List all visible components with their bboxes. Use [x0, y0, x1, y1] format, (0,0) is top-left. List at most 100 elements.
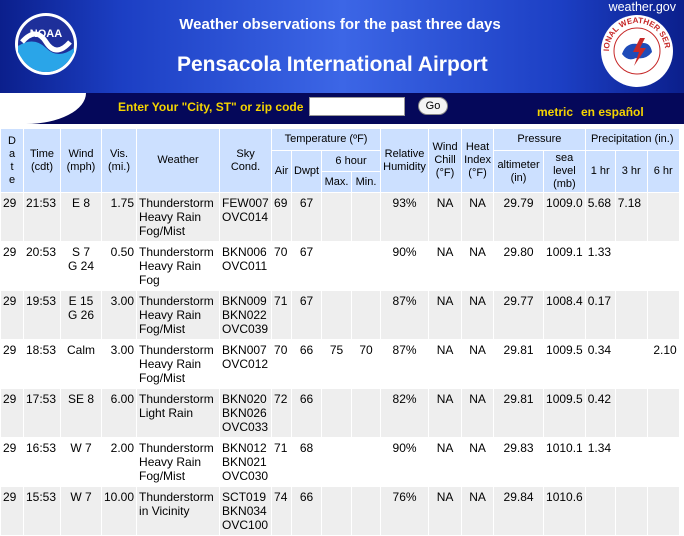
cell-sky-conditions-line: BKN034: [222, 504, 267, 518]
espanol-link[interactable]: en español: [581, 105, 644, 119]
cell-weather-line: Heavy Rain: [139, 259, 202, 273]
cell-visibility: 0.50: [100, 241, 138, 291]
col-header-temperature: Temperature (ºF): [271, 128, 382, 151]
page-header: NOAA Weather observations for the past t…: [0, 0, 684, 93]
cell-altimeter: 29.81: [493, 388, 545, 438]
cell-precip-3hr: 7.18: [614, 192, 648, 242]
cell-date: 29: [0, 339, 24, 389]
cell-precip-1hr: 5.68: [584, 192, 616, 242]
cell-time: 15:53: [23, 486, 61, 536]
cell-air-temp: 69: [271, 192, 293, 242]
cell-dewpoint: 67: [291, 290, 323, 340]
cell-weather-line: Heavy Rain: [139, 455, 202, 469]
cell-sky-conditions-line: FEW007: [222, 196, 269, 210]
cell-weather-line: Fog/Mist: [139, 469, 186, 483]
cell-weather-line: Fog/Mist: [139, 224, 186, 238]
table-row: 29 17:53 SE 8 6.00 Thunderstorm Light Rain BKN…: [0, 388, 680, 438]
page-subtitle: Weather observations for the past three …: [179, 16, 501, 33]
cell-sky-conditions-line: OVC014: [222, 210, 269, 224]
cell-sky-conditions: BKN007 OVC012: [219, 339, 273, 389]
table-row: 29 20:53 S 7G 24 0.50 Thunderstorm Heavy Rain…: [0, 241, 680, 291]
weather-gov-link[interactable]: weather.gov: [609, 0, 676, 14]
cell-wind: Calm: [60, 339, 102, 389]
col-header-weather: Weather: [136, 128, 221, 193]
col-header-visibility: Vis. (mi.): [100, 128, 138, 193]
cell-precip-3hr: [614, 241, 648, 291]
cell-weather: Thunderstorm Heavy Rain Fog/Mist: [136, 290, 221, 340]
cell-sky-conditions-line: SCT019: [222, 490, 267, 504]
observations-table: Date Time (cdt) Wind (mph) Vis. (mi.) Weath…: [0, 128, 680, 536]
cell-min-temp: [351, 388, 382, 438]
nws-logo[interactable]: NATIONAL WEATHER SERVICE: [597, 7, 674, 88]
cell-max-temp: [321, 241, 353, 291]
col-header-six-hour: 6 hour: [321, 150, 382, 172]
cell-max-temp: [321, 192, 353, 242]
cell-wind-line: Calm: [66, 343, 95, 357]
cell-visibility: 6.00: [100, 388, 138, 438]
header-swoosh: [0, 93, 86, 124]
cell-dewpoint: 67: [291, 241, 323, 291]
cell-date: 29: [0, 486, 24, 536]
cell-wind-line: W 7: [70, 441, 92, 455]
cell-wind-line: E 8: [71, 196, 90, 210]
cell-precip-3hr: [614, 290, 648, 340]
observations-body: 29 21:53 E 8 1.75 Thunderstorm Heavy Rain Fog/…: [0, 192, 680, 536]
cell-sea-level: 1009.5: [543, 388, 586, 438]
cell-air-temp: 71: [271, 290, 293, 340]
cell-humidity: 76%: [380, 486, 430, 536]
cell-precip-6hr: 2.10: [646, 339, 680, 389]
table-row: 29 16:53 W 7 2.00 Thunderstorm Heavy Rain Fog/…: [0, 437, 680, 487]
noaa-logo[interactable]: NOAA: [14, 12, 78, 76]
cell-weather-line: Thunderstorm: [139, 392, 214, 406]
cell-wind-chill: NA: [428, 290, 463, 340]
cell-date: 29: [0, 437, 24, 487]
cell-visibility: 2.00: [100, 437, 138, 487]
cell-min-temp: 70: [351, 339, 382, 389]
cell-sea-level: 1010.6: [543, 486, 586, 536]
cell-wind-line: S 7: [71, 245, 90, 259]
cell-visibility: 1.75: [100, 192, 138, 242]
cell-time: 16:53: [23, 437, 61, 487]
cell-precip-6hr: [646, 290, 680, 340]
cell-air-temp: 72: [271, 388, 293, 438]
cell-sky-conditions: BKN009 BKN022 OVC039: [219, 290, 273, 340]
table-row: 29 15:53 W 7 10.00 Thunderstorm in Vicinity SC…: [0, 486, 680, 536]
cell-wind: W 7: [60, 437, 102, 487]
cell-wind: SE 8: [60, 388, 102, 438]
search-bar: Enter Your "City, ST" or zip code Go met…: [0, 93, 684, 124]
go-button[interactable]: Go: [418, 97, 448, 115]
cell-dewpoint: 66: [291, 486, 323, 536]
cell-weather-line: Heavy Rain: [139, 210, 202, 224]
cell-dewpoint: 66: [291, 339, 323, 389]
cell-humidity: 90%: [380, 241, 430, 291]
cell-wind-line: W 7: [70, 490, 92, 504]
cell-wind-chill: NA: [428, 388, 463, 438]
cell-sky-conditions-line: OVC033: [222, 420, 269, 434]
cell-sky-conditions-line: BKN012: [222, 441, 267, 455]
cell-min-temp: [351, 192, 382, 242]
cell-altimeter: 29.83: [493, 437, 545, 487]
cell-date: 29: [0, 290, 24, 340]
cell-min-temp: [351, 486, 382, 536]
cell-altimeter: 29.80: [493, 241, 545, 291]
cell-dewpoint: 66: [291, 388, 323, 438]
location-search-input[interactable]: [309, 97, 405, 116]
cell-wind-line: SE 8: [67, 392, 94, 406]
metric-link[interactable]: metric: [537, 105, 573, 119]
cell-weather-line: Thunderstorm: [139, 490, 214, 504]
cell-sea-level: 1009.1: [543, 241, 586, 291]
cell-sky-conditions-line: OVC039: [222, 322, 269, 336]
cell-humidity: 87%: [380, 290, 430, 340]
cell-heat-index: NA: [461, 388, 495, 438]
cell-sky-conditions: BKN006 OVC011: [219, 241, 273, 291]
cell-weather: Thunderstorm Light Rain: [136, 388, 221, 438]
cell-sky-conditions: SCT019 BKN034 OVC100: [219, 486, 273, 536]
cell-sky-conditions-line: OVC030: [222, 469, 269, 483]
col-header-wind-chill: Wind Chill (°F): [428, 128, 463, 193]
cell-heat-index: NA: [461, 290, 495, 340]
cell-weather: Thunderstorm Heavy Rain Fog/Mist: [136, 339, 221, 389]
col-header-max: Max.: [321, 171, 353, 193]
col-header-precip-6hr: 6 hr: [646, 150, 680, 193]
cell-heat-index: NA: [461, 192, 495, 242]
cell-sky-conditions: BKN012 BKN021 OVC030: [219, 437, 273, 487]
